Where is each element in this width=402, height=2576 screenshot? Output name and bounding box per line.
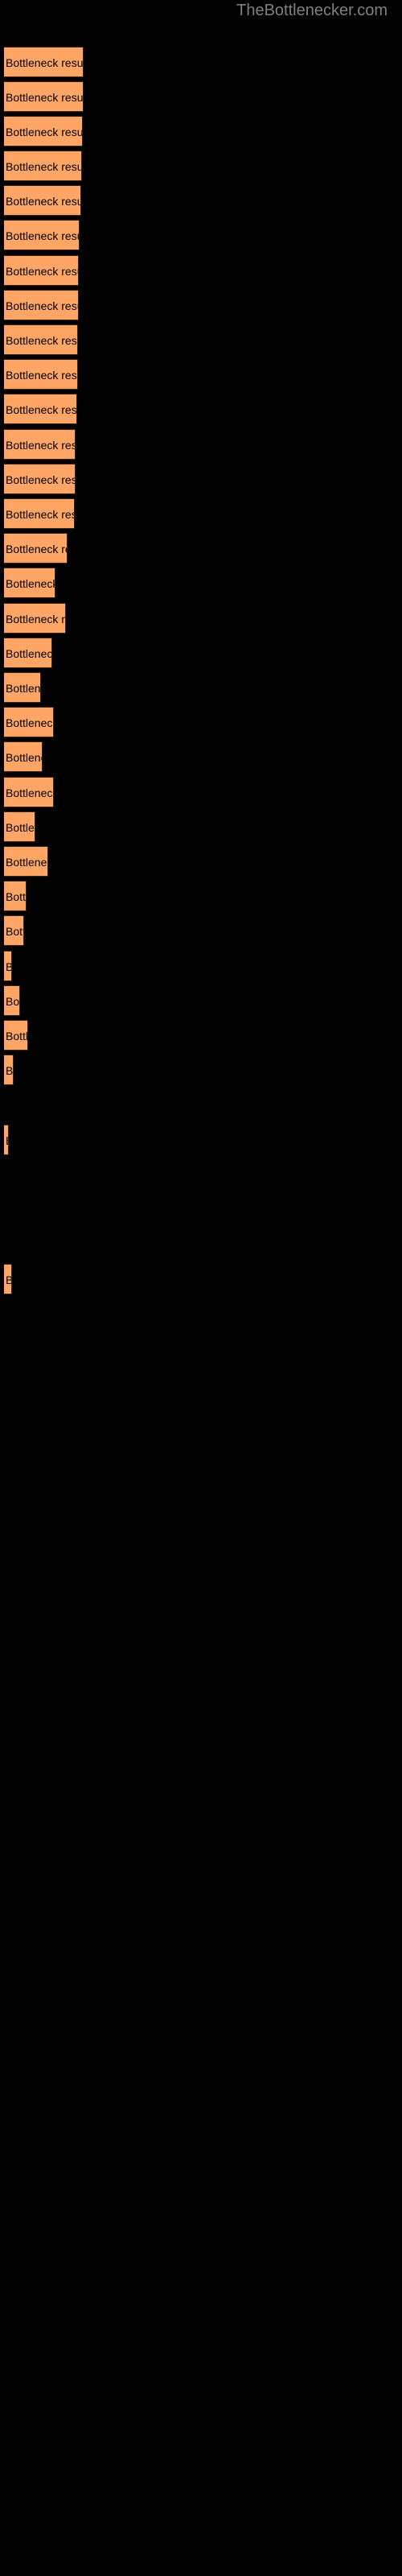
bar-label: Bottleneck result (6, 160, 82, 173)
bar[interactable]: Bottleneck result (4, 603, 66, 634)
bar-label: Bottleneck result (6, 473, 76, 486)
bar[interactable]: Bottleneck result (4, 220, 80, 250)
bar-label: Bottleneck result (6, 195, 81, 208)
bar[interactable]: Bottleneck result (4, 1055, 14, 1085)
bar-label: Bottleneck result (6, 925, 23, 938)
bar[interactable]: Bottleneck result (4, 1125, 9, 1155)
bar[interactable]: Bottleneck result (4, 429, 76, 460)
bar[interactable]: Bottleneck result (4, 533, 68, 564)
bar[interactable]: Bottleneck result (4, 498, 75, 529)
bar[interactable]: Bottleneck result (4, 47, 84, 77)
bar[interactable]: Bottleneck result (4, 185, 81, 216)
bar[interactable]: Bottleneck result (4, 81, 84, 112)
bar[interactable]: Bottleneck result (4, 1020, 28, 1051)
bar-label: Bottleneck result (6, 126, 83, 138)
bar-label: Bottleneck result (6, 613, 65, 625)
bar-label: Bottleneck result (6, 56, 84, 69)
bar-label: Bottleneck result (6, 786, 54, 799)
bar-label: Bottleneck result (6, 647, 52, 660)
bar[interactable]: Bottleneck result (4, 951, 12, 981)
bar-label: Bottleneck result (6, 334, 77, 347)
bar[interactable]: Bottleneck result (4, 811, 35, 842)
bar-label: Bottleneck result (6, 265, 78, 278)
bar[interactable]: Bottleneck result (4, 324, 78, 355)
bar-chart-plot-area: Bottleneck result Bottleneck result Bott… (0, 0, 402, 2576)
bar-label: Bottleneck result (6, 821, 35, 834)
bar[interactable]: Bottleneck result (4, 915, 24, 946)
bar[interactable]: Bottleneck result (4, 707, 54, 737)
bar-label: Bottleneck result (6, 1265, 11, 1294)
bar-label: Bottleneck result (6, 751, 42, 764)
bar[interactable]: Bottleneck result (4, 777, 54, 807)
bar-label: Bottleneck result (6, 682, 41, 695)
bar-label: Bottleneck result (6, 229, 79, 242)
bar[interactable]: Bottleneck result (4, 881, 27, 911)
bar[interactable]: Bottleneck result (4, 116, 83, 147)
bar[interactable]: Bottleneck result (4, 568, 55, 598)
bar-label: Bottleneck result (6, 716, 54, 729)
bar[interactable]: Bottleneck result (4, 985, 20, 1016)
bar-label: Bottleneck result (6, 995, 20, 1008)
bar[interactable]: Bottleneck result (4, 151, 82, 181)
bar-label: Bottleneck result (6, 508, 74, 521)
bar-label: Bottleneck result (6, 299, 78, 312)
bar[interactable]: Bottleneck result (4, 1264, 12, 1294)
bar-label: Bottleneck result (6, 403, 77, 416)
bar[interactable]: Bottleneck result (4, 464, 76, 494)
bar-label: Bottleneck result (6, 543, 67, 555)
bar[interactable]: Bottleneck result (4, 394, 77, 424)
bar[interactable]: Bottleneck result (4, 255, 79, 286)
bar[interactable]: Bottleneck result (4, 672, 41, 703)
bar-label: Bottleneck result (6, 91, 84, 104)
bar[interactable]: Bottleneck result (4, 741, 43, 772)
bar-label: Bottleneck result (6, 439, 76, 452)
bar-label: Bottleneck result (6, 369, 77, 382)
bar-label: Bottleneck result (6, 1125, 8, 1154)
bar-label: Bottleneck result (6, 577, 55, 590)
bar[interactable]: Bottleneck result (4, 359, 78, 390)
bar[interactable]: Bottleneck result (4, 290, 79, 320)
bar-label: Bottleneck result (6, 1064, 14, 1077)
bar[interactable]: Bottleneck result (4, 638, 52, 668)
bar[interactable]: Bottleneck result (4, 846, 48, 877)
bar-label: Bottleneck result (6, 952, 11, 980)
bar-label: Bottleneck result (6, 890, 27, 903)
bar-label: Bottleneck result (6, 1030, 28, 1042)
bar-label: Bottleneck result (6, 856, 47, 869)
